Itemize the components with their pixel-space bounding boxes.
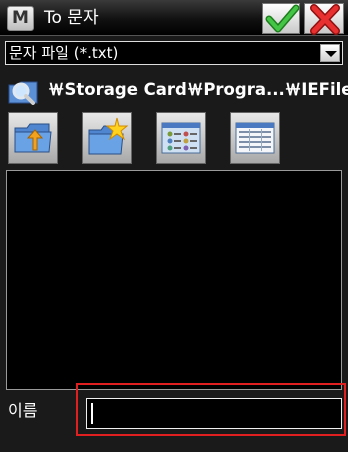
toolbar [0,112,348,168]
filename-input[interactable] [86,398,342,429]
list-view-icon [161,122,201,154]
new-folder-button[interactable] [82,112,132,164]
window-title: To 문자 [44,8,99,28]
ok-button[interactable] [262,3,300,34]
text-caret [91,403,93,424]
cancel-button[interactable] [304,3,344,35]
file-list[interactable] [6,170,342,390]
folder-up-button[interactable] [8,112,58,164]
current-path: ￦Storage Card￦Progra...￦IEFiles [48,80,348,99]
file-type-dropdown[interactable]: 문자 파일 (*.txt) [5,41,343,65]
file-type-value: 문자 파일 (*.txt) [9,44,119,62]
title-bar: M To 문자 [0,0,348,36]
app-icon: M [7,6,34,31]
chevron-down-icon[interactable] [320,44,340,62]
folder-up-icon [14,123,52,153]
new-folder-icon [88,117,129,155]
x-icon [310,4,340,35]
detail-view-icon [235,122,275,154]
name-label: 이름 [8,401,38,420]
checkmark-icon [265,4,300,33]
path-row: ￦Storage Card￦Progra...￦IEFiles [0,74,348,108]
list-view-button[interactable] [156,112,206,164]
magnifier-folder-icon[interactable] [7,77,41,105]
detail-view-button[interactable] [230,112,280,164]
